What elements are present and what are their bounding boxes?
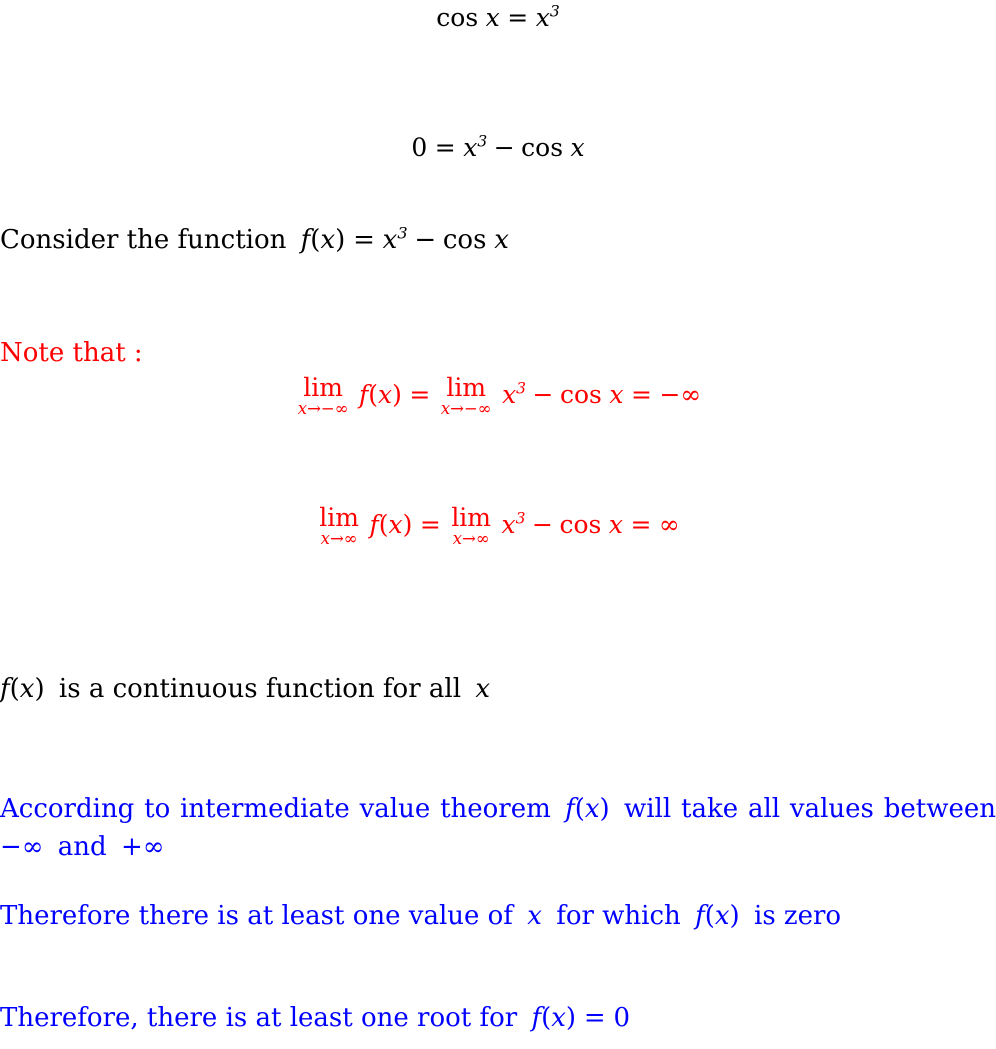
limit1-result: −∞	[659, 379, 702, 409]
limit1-minus-operator: −	[532, 379, 554, 409]
eq1-relation: =	[507, 3, 529, 32]
lim-subscript-2: x→−∞	[440, 399, 492, 419]
consider-function-line: Consider the function f(x) = x3− cos x	[0, 223, 509, 255]
limit2-result: ∞	[658, 509, 680, 539]
lim-subscript-4: x→∞	[452, 529, 490, 549]
note-heading: Note that :	[0, 338, 143, 368]
ivt-and: and	[57, 831, 107, 862]
eq1-rhs-exponent: 3	[549, 2, 560, 21]
exists-zero-f-arg: x	[714, 901, 730, 931]
consider-exponent: 3	[397, 223, 408, 243]
exists-zero-part-2: for which	[556, 901, 681, 931]
consider-variable: x	[382, 225, 398, 255]
consider-relation: =	[353, 225, 375, 255]
ivt-f-arg: x	[584, 794, 600, 824]
root-relation: =	[583, 1003, 606, 1033]
eq2-rhs-variable: x	[463, 133, 478, 162]
lim-label-2: lim	[446, 373, 487, 402]
lim-subscript: x→−∞	[297, 399, 349, 419]
eq2-cos-operator: cos	[521, 133, 564, 162]
ivt-part-1: According to intermediate value theorem	[0, 794, 551, 824]
consider-f-name: f	[300, 225, 311, 255]
continuity-text: is a continuous function for all	[58, 674, 462, 704]
limit-operator-neg-infinity-2: lim x→−∞	[441, 375, 492, 418]
limit1-cos-argument: x	[609, 379, 624, 409]
consider-f-arg: x	[320, 225, 336, 255]
limit2-relation-1: =	[419, 509, 441, 539]
limit1-relation-1: =	[409, 379, 431, 409]
continuity-f-arg: x	[19, 674, 35, 704]
limit2-relation-2: =	[630, 509, 652, 539]
root-value: 0	[613, 1003, 631, 1033]
limit1-f-arg: x	[378, 379, 393, 409]
math-solution-page: cos x = x3 0 = x3− cos x Consider the function f…	[0, 0, 996, 1049]
eq1-rhs-variable: x	[535, 3, 550, 32]
limit-operator-pos-infinity-2: lim x→∞	[451, 505, 491, 548]
limit-operator-pos-infinity: lim x→∞	[319, 505, 359, 548]
continuity-f-name: f	[0, 674, 10, 704]
limit1-expr-variable: x	[502, 379, 517, 409]
limit2-cos-argument: x	[608, 509, 623, 539]
ivt-statement: According to intermediate value theorem f…	[0, 791, 996, 866]
lim-label-4: lim	[451, 503, 492, 532]
eq2-lhs: 0	[411, 133, 428, 162]
root-f-arg: x	[551, 1003, 566, 1033]
limit2-minus-operator: −	[532, 509, 553, 539]
limit1-expr-exponent: 3	[516, 379, 527, 398]
consider-cos-argument: x	[494, 225, 509, 255]
lim-label: lim	[303, 373, 343, 402]
ivt-f-name: f	[565, 794, 575, 824]
consider-lead-text: Consider the function	[0, 225, 287, 255]
limit1-cos-operator: cos	[560, 379, 602, 409]
equation-zero-equals-x-cubed-minus-cos-x: 0 = x3− cos x	[0, 132, 996, 162]
limit-pos-infinity: lim x→∞ f(x) = lim x→∞ x3− cos x = ∞	[319, 503, 680, 549]
continuity-statement: f(x) is a continuous function for all x	[0, 674, 490, 704]
exists-zero-statement: Therefore there is at least one value of…	[0, 901, 842, 931]
ivt-statement-line-1: According to intermediate value theorem f…	[0, 794, 996, 824]
limit1-relation-2: =	[631, 379, 652, 409]
limit-operator-neg-infinity: lim x→−∞	[298, 375, 349, 418]
exists-zero-part-3: is zero	[754, 901, 842, 931]
eq2-relation: =	[434, 133, 456, 162]
root-statement: Therefore, there is at least one root fo…	[0, 1003, 631, 1033]
exists-zero-f-name: f	[695, 901, 705, 931]
eq2-cos-argument: x	[570, 133, 585, 162]
limit2-f-arg: x	[388, 509, 403, 539]
lim-subscript-3: x→∞	[320, 529, 358, 549]
ivt-neg-infinity: −∞	[0, 831, 44, 862]
exists-zero-variable: x	[527, 901, 542, 931]
exists-zero-part-1: Therefore there is at least one value of	[0, 901, 513, 931]
limit2-expr-variable: x	[501, 509, 516, 539]
root-part-1: Therefore, there is at least one root fo…	[0, 1003, 518, 1033]
limit2-f-name: f	[369, 509, 379, 539]
limit2-cos-operator: cos	[559, 509, 602, 539]
lim-label-3: lim	[319, 503, 359, 532]
eq1-lhs-variable: x	[485, 3, 500, 32]
limit-neg-infinity: lim x→−∞ f(x) = lim x→−∞ x3− cos x = −∞	[297, 373, 702, 419]
eq2-rhs-exponent: 3	[477, 132, 488, 151]
ivt-statement-line-2: −∞ and +∞	[0, 829, 996, 867]
ivt-part-2: will take all values between	[623, 794, 996, 824]
eq2-minus-operator: −	[493, 133, 515, 162]
consider-cos-operator: cos	[442, 225, 487, 255]
limit2-expr-exponent: 3	[515, 509, 526, 528]
ivt-pos-infinity: +∞	[120, 831, 165, 862]
root-f-name: f	[531, 1003, 542, 1033]
cos-operator: cos	[436, 3, 479, 32]
continuity-variable: x	[475, 674, 490, 704]
consider-minus-operator: −	[414, 225, 437, 255]
equation-cos-x-equals-x-cubed: cos x = x3	[0, 2, 996, 32]
limit1-f-name: f	[358, 379, 369, 409]
